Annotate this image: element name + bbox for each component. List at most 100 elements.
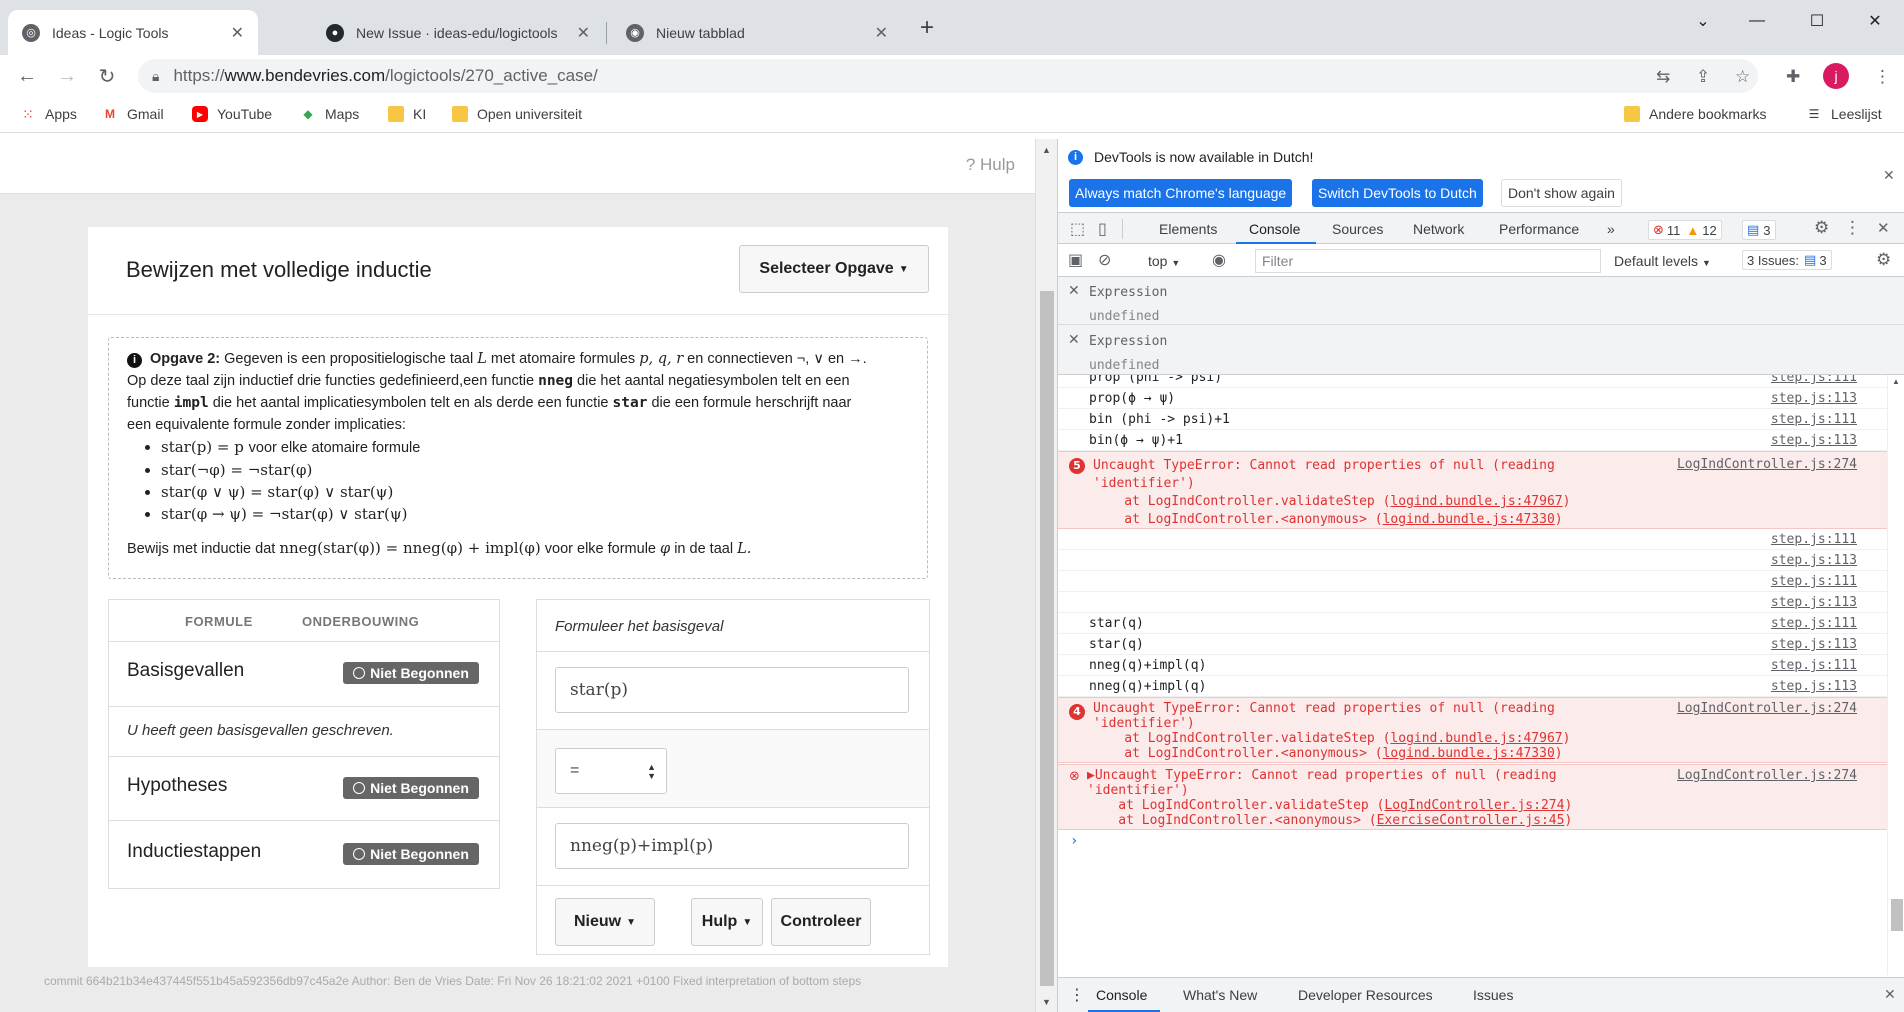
kebab-menu-icon[interactable]: ⋮ <box>1844 218 1861 238</box>
menu-icon[interactable]: ⋮ <box>1874 67 1891 87</box>
bookmark-open-universiteit[interactable]: Open universiteit <box>452 106 582 122</box>
drawer-tab-whats-new[interactable]: What's New <box>1183 987 1257 1003</box>
help-link[interactable]: ? Hulp <box>966 155 1015 175</box>
lhs-formula-input[interactable]: star(p) <box>555 667 909 713</box>
new-button[interactable]: Nieuw ▼ <box>555 898 655 946</box>
profile-avatar[interactable]: j <box>1823 63 1849 89</box>
drawer-tab-console[interactable]: Console <box>1096 987 1147 1003</box>
settings-gear-icon[interactable]: ⚙ <box>1814 218 1829 238</box>
reload-button[interactable]: ↻ <box>92 61 122 91</box>
scroll-up-icon[interactable]: ▲ <box>1892 377 1900 386</box>
tab-network[interactable]: Network <box>1413 221 1464 237</box>
error-message[interactable]: 5 Uncaught TypeError: Cannot read proper… <box>1058 451 1887 529</box>
tab-nieuw-tabblad[interactable]: ◉ Nieuw tabblad ✕ <box>612 10 902 55</box>
stack-link[interactable]: logind.bundle.js:47967 <box>1390 731 1562 746</box>
scrollbar-thumb[interactable] <box>1891 899 1903 931</box>
source-link[interactable]: step.js:111 <box>1771 532 1857 547</box>
source-link[interactable]: LogIndController.js:274 <box>1677 457 1857 472</box>
back-button[interactable]: ← <box>12 61 42 91</box>
issues-counter[interactable]: 3 Issues: ▤ 3 <box>1742 250 1832 270</box>
stack-link[interactable]: logind.bundle.js:47330 <box>1383 746 1555 761</box>
source-link[interactable]: step.js:111 <box>1771 574 1857 589</box>
error-message[interactable]: ⊗ ▶Uncaught TypeError: Cannot read prope… <box>1058 764 1887 830</box>
live-expression[interactable]: ✕ Expression undefined <box>1058 326 1904 374</box>
clear-console-icon[interactable]: ⊘ <box>1098 250 1111 270</box>
sidebar-toggle-icon[interactable]: ▣ <box>1068 250 1083 270</box>
remove-expression-icon[interactable]: ✕ <box>1068 332 1080 348</box>
stack-link[interactable]: logind.bundle.js:47330 <box>1383 512 1555 527</box>
tab-sources[interactable]: Sources <box>1332 221 1383 237</box>
live-expression[interactable]: ✕ Expression undefined <box>1058 277 1904 325</box>
filter-input[interactable]: Filter <box>1255 249 1601 273</box>
scrollbar-thumb[interactable] <box>1040 291 1054 986</box>
tab-performance[interactable]: Performance <box>1499 221 1579 237</box>
source-link[interactable]: step.js:113 <box>1771 595 1857 610</box>
close-devtools-icon[interactable]: ✕ <box>1877 219 1890 237</box>
more-tabs-icon[interactable]: » <box>1607 221 1615 237</box>
source-link[interactable]: step.js:113 <box>1771 391 1857 406</box>
log-levels-dropdown[interactable]: Default levels ▼ <box>1614 253 1711 269</box>
extensions-icon[interactable]: ✚ <box>1786 67 1800 87</box>
scroll-down-icon[interactable]: ▼ <box>1042 997 1051 1007</box>
check-button[interactable]: Controleer <box>771 898 871 946</box>
table-row[interactable]: Inductiestappen Niet Begonnen <box>109 821 499 888</box>
tab-search-icon[interactable]: ⌄ <box>1680 0 1726 42</box>
drawer-tab-developer-resources[interactable]: Developer Resources <box>1298 987 1433 1003</box>
close-tab-icon[interactable]: ✕ <box>577 23 590 43</box>
close-drawer-icon[interactable]: ✕ <box>1884 986 1896 1003</box>
stack-link[interactable]: LogIndController.js:274 <box>1384 798 1564 813</box>
device-toolbar-icon[interactable]: ▯ <box>1098 219 1107 239</box>
switch-dutch-button[interactable]: Switch DevTools to Dutch <box>1312 179 1483 207</box>
dont-show-again-button[interactable]: Don't show again <box>1501 179 1622 207</box>
bookmark-ki[interactable]: KI <box>388 106 426 122</box>
tab-ideas-logic-tools[interactable]: ◎ Ideas - Logic Tools ✕ <box>8 10 258 55</box>
bookmark-youtube[interactable]: ▶ YouTube <box>192 106 272 122</box>
bookmark-gmail[interactable]: M Gmail <box>102 106 164 122</box>
eye-icon[interactable]: ◉ <box>1212 250 1226 270</box>
messages-counter[interactable]: ▤ 3 <box>1742 220 1776 240</box>
bookmark-star-icon[interactable]: ☆ <box>1735 67 1750 87</box>
drawer-tab-issues[interactable]: Issues <box>1473 987 1513 1003</box>
context-selector[interactable]: top ▼ <box>1148 253 1180 269</box>
match-language-button[interactable]: Always match Chrome's language <box>1069 179 1293 207</box>
new-tab-button[interactable]: + <box>920 14 934 42</box>
source-link[interactable]: step.js:111 <box>1771 658 1857 673</box>
source-link[interactable]: step.js:113 <box>1771 637 1857 652</box>
source-link[interactable]: step.js:111 <box>1771 375 1857 385</box>
bookmark-apps[interactable]: ⁙ Apps <box>20 106 77 123</box>
tab-elements[interactable]: Elements <box>1159 221 1217 237</box>
inspect-icon[interactable]: ⬚ <box>1070 219 1085 239</box>
bookmark-leeslijst[interactable]: ☰ Leeslijst <box>1806 106 1882 122</box>
bookmark-maps[interactable]: ◆ Maps <box>300 106 359 122</box>
translate-icon[interactable]: ⇆ <box>1656 67 1670 87</box>
maximize-button[interactable]: ☐ <box>1794 0 1840 42</box>
error-warning-counter[interactable]: ⊗ 11 ▲ 12 <box>1648 220 1722 240</box>
bookmark-andere-bookmarks[interactable]: Andere bookmarks <box>1624 106 1767 122</box>
forward-button[interactable]: → <box>52 61 82 91</box>
close-tab-icon[interactable]: ✕ <box>875 23 888 43</box>
close-window-button[interactable]: ✕ <box>1852 0 1898 42</box>
page-scrollbar[interactable]: ▲ ▼ <box>1035 139 1057 1012</box>
table-row[interactable]: Hypotheses Niet Begonnen <box>109 757 499 821</box>
console-prompt[interactable]: › <box>1070 833 1078 849</box>
share-icon[interactable]: ⇪ <box>1696 67 1710 87</box>
minimize-button[interactable]: — <box>1734 0 1780 42</box>
rhs-formula-input[interactable]: nneg(p)+impl(p) <box>555 823 909 869</box>
help-button[interactable]: Hulp ▼ <box>691 898 763 946</box>
stack-link[interactable]: logind.bundle.js:47967 <box>1390 494 1562 509</box>
console-scrollbar[interactable]: ▲ <box>1887 375 1904 975</box>
source-link[interactable]: LogIndController.js:274 <box>1677 701 1857 716</box>
source-link[interactable]: step.js:113 <box>1771 679 1857 694</box>
source-link[interactable]: step.js:111 <box>1771 412 1857 427</box>
error-message[interactable]: 4 Uncaught TypeError: Cannot read proper… <box>1058 697 1887 763</box>
relation-select[interactable]: = ▲ ▼ <box>555 748 667 794</box>
source-link[interactable]: step.js:113 <box>1771 553 1857 568</box>
source-link[interactable]: step.js:113 <box>1771 433 1857 448</box>
scroll-up-icon[interactable]: ▲ <box>1042 145 1051 155</box>
console-settings-gear-icon[interactable]: ⚙ <box>1876 250 1891 270</box>
address-bar[interactable]: 🔒︎ https://www.bendevries.com/logictools… <box>138 59 1758 93</box>
close-icon[interactable]: ✕ <box>1883 167 1895 184</box>
tab-new-issue[interactable]: ● New Issue · ideas-edu/logictools ✕ <box>312 10 604 55</box>
close-tab-icon[interactable]: ✕ <box>231 23 244 43</box>
source-link[interactable]: step.js:111 <box>1771 616 1857 631</box>
